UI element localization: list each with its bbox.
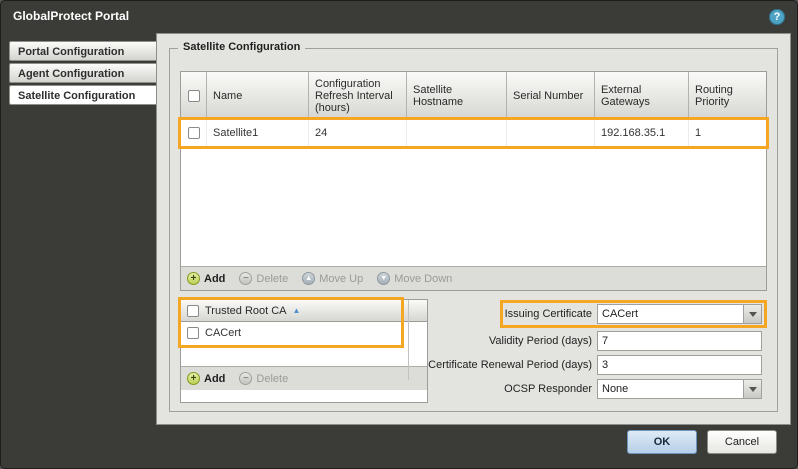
tab-satellite-configuration[interactable]: Satellite Configuration: [9, 85, 156, 105]
column-header-refresh-interval[interactable]: Configuration Refresh Interval (hours): [309, 72, 407, 120]
ca-select-all-checkbox[interactable]: [187, 305, 199, 317]
add-button[interactable]: + Add: [187, 272, 225, 285]
ca-cell-name: CACert: [205, 327, 241, 339]
move-down-label: Move Down: [394, 273, 452, 285]
move-up-button[interactable]: ▲ Move Up: [302, 272, 363, 285]
column-header-external-gateways[interactable]: External Gateways: [595, 72, 689, 120]
cell-serial-number[interactable]: [507, 120, 595, 146]
tab-agent-configuration[interactable]: Agent Configuration: [9, 63, 156, 83]
move-up-label: Move Up: [319, 273, 363, 285]
ca-add-label: Add: [204, 373, 225, 385]
chevron-down-icon[interactable]: [743, 380, 761, 398]
issuing-certificate-row: Issuing Certificate CACert: [500, 300, 767, 328]
trusted-root-ca-header-label: Trusted Root CA: [205, 305, 287, 317]
satellite-table: Name Configuration Refresh Interval (hou…: [180, 71, 767, 291]
validity-period-label: Validity Period (days): [489, 335, 592, 347]
delete-label: Delete: [256, 273, 288, 285]
sort-ascending-icon: ▲: [293, 306, 301, 315]
select-all-header-cell: [181, 72, 207, 120]
satellite-table-body: Satellite1 24 192.168.35.1 1: [181, 120, 766, 266]
cell-refresh-interval[interactable]: 24: [309, 120, 407, 146]
ocsp-responder-dropdown[interactable]: None: [597, 379, 762, 399]
select-all-checkbox[interactable]: [188, 90, 200, 102]
renewal-period-row: Certificate Renewal Period (days): [428, 355, 767, 375]
table-row[interactable]: Satellite1 24 192.168.35.1 1: [181, 120, 766, 146]
satellite-configuration-group: Satellite Configuration Name Configurati…: [169, 48, 778, 412]
column-header-routing-priority[interactable]: Routing Priority: [689, 72, 766, 120]
ca-delete-label: Delete: [256, 373, 288, 385]
row-checkbox-cell: [181, 120, 207, 146]
ocsp-responder-row: OCSP Responder None: [504, 379, 767, 399]
ca-add-button[interactable]: + Add: [187, 372, 225, 385]
tab-label: Satellite Configuration: [18, 90, 135, 102]
arrow-down-icon: ▼: [377, 272, 390, 285]
list-item[interactable]: CACert: [181, 322, 427, 344]
delete-button[interactable]: − Delete: [239, 272, 288, 285]
trusted-root-ca-header[interactable]: Trusted Root CA ▲: [181, 300, 427, 322]
cell-external-gateways[interactable]: 192.168.35.1: [595, 120, 689, 146]
cell-routing-priority[interactable]: 1: [689, 120, 766, 146]
ok-button[interactable]: OK: [627, 430, 697, 454]
minus-icon: −: [239, 372, 252, 385]
dialog-title: GlobalProtect Portal: [13, 9, 129, 23]
satellite-table-toolbar: + Add − Delete ▲ Move Up ▼ Move Down: [181, 266, 766, 290]
chevron-down-icon[interactable]: [743, 305, 761, 323]
help-icon[interactable]: ?: [769, 9, 785, 25]
trusted-root-ca-body: CACert: [181, 322, 427, 366]
tab-label: Agent Configuration: [18, 68, 124, 80]
trusted-root-ca-table: Trusted Root CA ▲ CACert + Add: [180, 299, 428, 403]
ca-delete-button[interactable]: − Delete: [239, 372, 288, 385]
sidebar-tabs: Portal Configuration Agent Configuration…: [9, 41, 156, 107]
minus-icon: −: [239, 272, 252, 285]
dialog-footer: OK Cancel: [627, 430, 777, 454]
validity-period-input[interactable]: [597, 331, 762, 351]
plus-icon: +: [187, 272, 200, 285]
ocsp-responder-label: OCSP Responder: [504, 383, 592, 395]
move-down-button[interactable]: ▼ Move Down: [377, 272, 452, 285]
cell-name[interactable]: Satellite1: [207, 120, 309, 146]
trusted-root-ca-toolbar: + Add − Delete: [181, 366, 427, 390]
certificate-form: Issuing Certificate CACert Validity Peri…: [428, 299, 767, 403]
dialog-titlebar: GlobalProtect Portal: [1, 1, 797, 31]
group-title: Satellite Configuration: [178, 41, 305, 53]
issuing-certificate-dropdown[interactable]: CACert: [597, 304, 762, 324]
column-header-serial-number[interactable]: Serial Number: [507, 72, 595, 120]
cell-satellite-hostname[interactable]: [407, 120, 507, 146]
satellite-table-header: Name Configuration Refresh Interval (hou…: [181, 72, 766, 120]
ocsp-responder-value: None: [598, 380, 743, 398]
globalprotect-portal-dialog: GlobalProtect Portal ? Portal Configurat…: [0, 0, 798, 469]
renewal-period-input[interactable]: [597, 355, 762, 375]
column-header-name[interactable]: Name: [207, 72, 309, 120]
add-label: Add: [204, 273, 225, 285]
tab-portal-configuration[interactable]: Portal Configuration: [9, 41, 156, 61]
plus-icon: +: [187, 372, 200, 385]
tab-label: Portal Configuration: [18, 46, 124, 58]
column-header-satellite-hostname[interactable]: Satellite Hostname: [407, 72, 507, 120]
validity-period-row: Validity Period (days): [489, 331, 767, 351]
ca-row-checkbox[interactable]: [187, 327, 199, 339]
renewal-period-label: Certificate Renewal Period (days): [428, 359, 592, 371]
row-checkbox[interactable]: [188, 127, 200, 139]
main-panel: Satellite Configuration Name Configurati…: [156, 33, 791, 425]
issuing-certificate-value: CACert: [598, 305, 743, 323]
arrow-up-icon: ▲: [302, 272, 315, 285]
cancel-button[interactable]: Cancel: [707, 430, 777, 454]
issuing-certificate-label: Issuing Certificate: [505, 308, 592, 320]
